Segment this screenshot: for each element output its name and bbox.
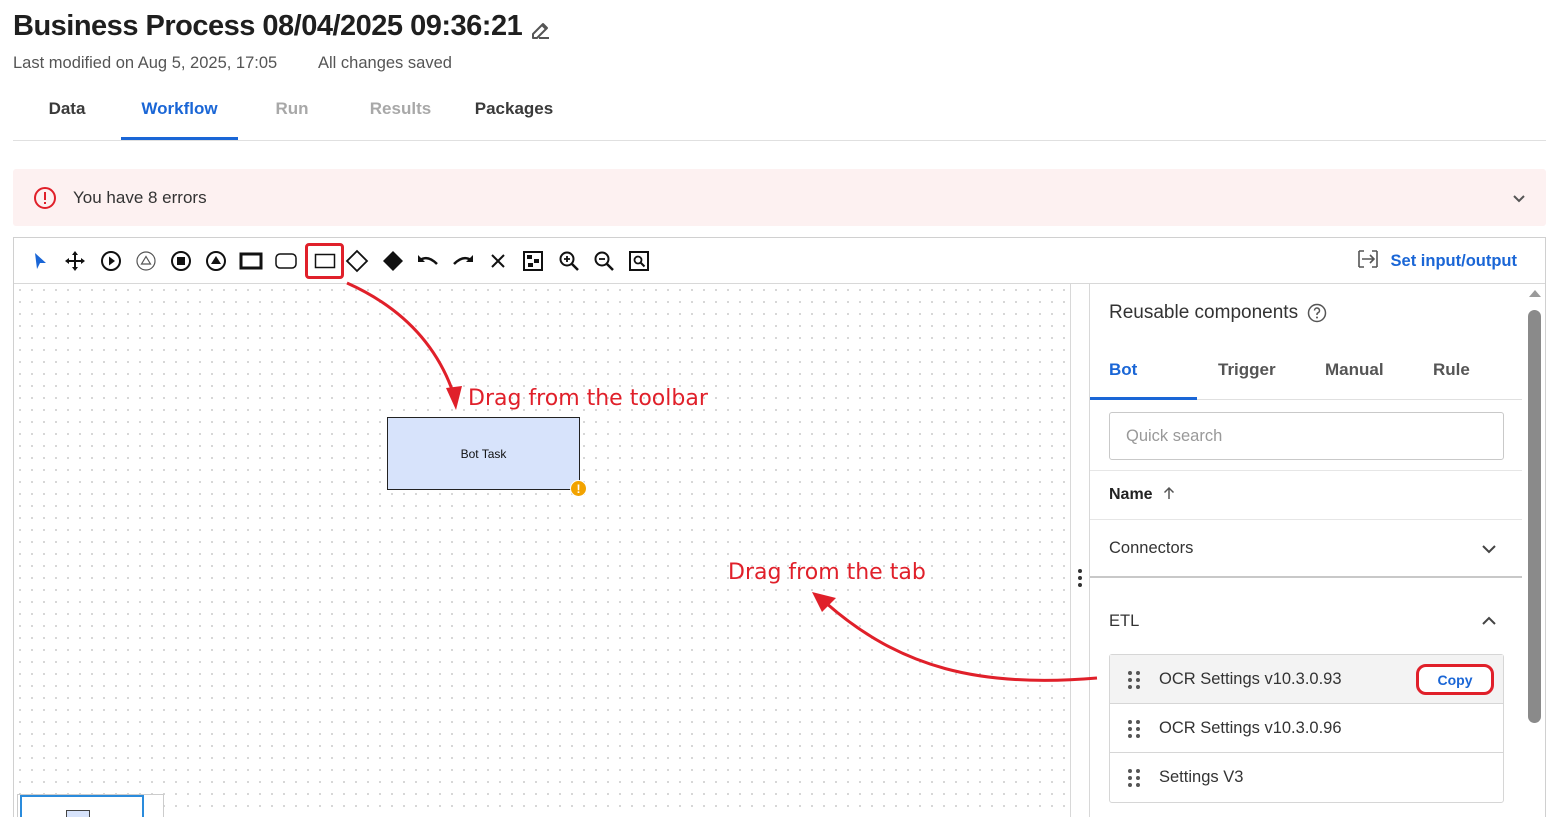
tab-trigger[interactable]: Trigger — [1218, 342, 1276, 400]
actual-size-icon[interactable] — [626, 248, 652, 274]
save-status-text: All changes saved — [318, 54, 452, 72]
tab-manual[interactable]: Manual — [1325, 342, 1384, 400]
parallel-gateway-icon[interactable] — [380, 248, 406, 274]
help-icon[interactable] — [1307, 303, 1327, 323]
sort-by-name-header[interactable]: Name — [1090, 470, 1522, 520]
panel-title: Reusable components — [1109, 302, 1327, 324]
page-title: Business Process 08/04/2025 09:36:21 — [13, 10, 523, 42]
diagram-canvas[interactable]: Bot Task ! — [14, 284, 1070, 817]
tab-run[interactable]: Run — [253, 88, 331, 140]
bot-task-node[interactable]: Bot Task — [387, 417, 580, 490]
list-item[interactable]: OCR Settings v10.3.0.93 Copy — [1110, 655, 1503, 704]
set-input-output-label: Set input/output — [1390, 251, 1517, 270]
chevron-down-icon[interactable] — [1510, 189, 1528, 207]
tab-results[interactable]: Results — [353, 88, 448, 140]
task-bold-icon[interactable] — [238, 248, 264, 274]
scrollbar-thumb[interactable] — [1528, 310, 1541, 723]
panel-resize-handle[interactable] — [1070, 284, 1090, 817]
panel-tabs: Bot Trigger Manual Rule — [1090, 342, 1522, 400]
signal-event-icon[interactable] — [133, 248, 159, 274]
warning-badge-icon[interactable]: ! — [570, 480, 587, 497]
component-name: OCR Settings v10.3.0.96 — [1159, 718, 1342, 737]
scroll-up-arrow-icon[interactable] — [1529, 290, 1541, 297]
annotation-tab-hint: Drag from the tab — [728, 560, 926, 585]
tab-data[interactable]: Data — [27, 88, 107, 140]
task-tool-icon[interactable] — [305, 243, 344, 279]
minimap[interactable] — [17, 794, 164, 817]
edit-pencil-icon[interactable] — [529, 18, 553, 42]
undo-icon[interactable] — [415, 248, 441, 274]
zoom-out-icon[interactable] — [591, 248, 617, 274]
name-column-label: Name — [1109, 486, 1153, 503]
set-input-output-button[interactable]: Set input/output — [1357, 249, 1517, 273]
list-item[interactable]: OCR Settings v10.3.0.96 — [1110, 704, 1503, 753]
component-name: OCR Settings v10.3.0.93 — [1159, 669, 1342, 688]
list-item[interactable]: Settings V3 — [1110, 753, 1503, 802]
drag-handle-icon — [1078, 569, 1082, 590]
component-list: OCR Settings v10.3.0.93 Copy OCR Setting… — [1109, 654, 1504, 803]
tab-rule[interactable]: Rule — [1433, 342, 1470, 400]
main-tabs: Data Workflow Run Results Packages — [13, 88, 1546, 141]
annotation-toolbar-hint: Drag from the toolbar — [468, 386, 708, 411]
zoom-in-icon[interactable] — [556, 248, 582, 274]
drag-grip-icon[interactable] — [1127, 768, 1141, 788]
copy-button[interactable]: Copy — [1416, 664, 1494, 695]
group-connectors-label: Connectors — [1109, 538, 1194, 557]
error-circle-icon — [33, 186, 57, 210]
diagram-toolbar: Set input/output — [14, 238, 1545, 284]
exclusive-gateway-icon[interactable] — [344, 248, 370, 274]
pointer-tool-icon[interactable] — [27, 248, 53, 274]
chevron-down-icon — [1480, 540, 1498, 563]
group-etl[interactable]: ETL — [1090, 592, 1522, 650]
last-modified-text: Last modified on Aug 5, 2025, 17:05 — [13, 54, 278, 72]
group-connectors[interactable]: Connectors — [1090, 520, 1522, 578]
escalation-event-icon[interactable] — [203, 248, 229, 274]
error-banner[interactable]: You have 8 errors — [13, 169, 1546, 226]
end-event-icon[interactable] — [168, 248, 194, 274]
arrow-up-icon — [1162, 486, 1176, 505]
workflow-workspace: Set input/output Bot Task ! Reusable com… — [13, 237, 1546, 817]
chevron-up-icon — [1480, 612, 1498, 635]
minimap-node — [66, 810, 90, 817]
input-output-icon — [1357, 249, 1379, 274]
drag-grip-icon[interactable] — [1127, 719, 1141, 739]
tab-workflow[interactable]: Workflow — [121, 88, 238, 140]
fit-to-screen-icon[interactable] — [520, 248, 546, 274]
start-event-icon[interactable] — [98, 248, 124, 274]
group-etl-label: ETL — [1109, 611, 1140, 630]
subprocess-icon[interactable] — [273, 248, 299, 274]
tab-packages[interactable]: Packages — [461, 88, 567, 140]
redo-icon[interactable] — [450, 248, 476, 274]
quick-search-input[interactable] — [1109, 412, 1504, 460]
move-tool-icon[interactable] — [62, 248, 88, 274]
tab-bot[interactable]: Bot — [1090, 342, 1197, 400]
component-name: Settings V3 — [1159, 768, 1244, 786]
error-banner-text: You have 8 errors — [73, 188, 207, 207]
panel-title-text: Reusable components — [1109, 302, 1299, 323]
panel-scrollbar[interactable] — [1524, 284, 1545, 817]
reusable-components-panel: Reusable components Bot Trigger Manual R… — [1090, 284, 1524, 817]
drag-grip-icon[interactable] — [1127, 670, 1141, 690]
delete-icon[interactable] — [485, 248, 511, 274]
bot-task-label: Bot Task — [460, 446, 507, 461]
